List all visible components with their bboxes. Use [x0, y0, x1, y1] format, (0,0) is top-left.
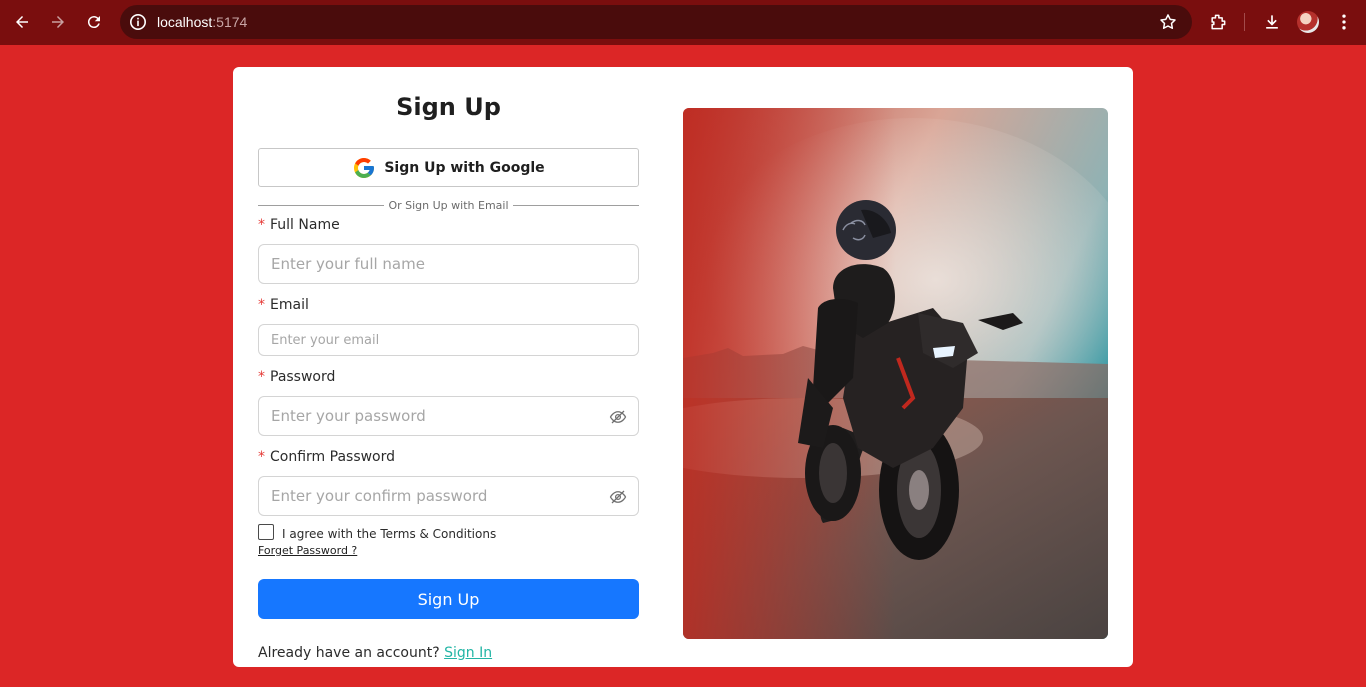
divider-line-right	[512, 204, 639, 206]
confirm-password-label-text: Confirm Password	[270, 449, 396, 465]
back-button[interactable]	[8, 8, 36, 36]
reload-button[interactable]	[80, 8, 108, 36]
full-name-label-text: Full Name	[270, 217, 340, 233]
divider-line-left	[258, 204, 385, 206]
address-bar[interactable]: localhost:5174	[120, 5, 1192, 39]
info-icon[interactable]	[128, 12, 148, 32]
full-name-field[interactable]	[258, 244, 639, 284]
terms-checkbox[interactable]	[258, 524, 274, 540]
back-icon	[16, 16, 28, 28]
browser-toolbar: localhost:5174	[0, 0, 1366, 45]
motorcycle-photo	[683, 108, 1108, 639]
required-marker: *	[258, 217, 265, 233]
signin-row: Already have an account? Sign In	[258, 645, 492, 661]
required-marker: *	[258, 449, 265, 465]
confirm-password-input[interactable]	[259, 477, 638, 515]
reload-icon	[87, 16, 100, 29]
password-label: * Password	[258, 369, 335, 385]
eye-off-icon[interactable]	[609, 408, 627, 426]
forward-icon	[52, 16, 64, 28]
url-port: :5174	[212, 14, 248, 30]
full-name-label: * Full Name	[258, 217, 340, 233]
or-divider: Or Sign Up with Email	[258, 198, 639, 212]
required-marker: *	[258, 297, 265, 313]
more-icon[interactable]	[1333, 11, 1355, 33]
email-label: * Email	[258, 297, 309, 313]
password-input[interactable]	[259, 397, 638, 435]
terms-text: I agree with the Terms & Conditions	[282, 527, 497, 541]
url-text: localhost:5174	[157, 14, 247, 30]
email-label-text: Email	[270, 297, 309, 313]
password-field[interactable]	[258, 396, 639, 436]
confirm-password-label: * Confirm Password	[258, 449, 395, 465]
signup-button[interactable]: Sign Up	[258, 579, 639, 619]
google-button-label: Sign Up with Google	[384, 159, 545, 176]
google-signup-button[interactable]: Sign Up with Google	[258, 148, 639, 187]
profile-avatar[interactable]	[1297, 11, 1319, 33]
google-icon	[354, 157, 375, 178]
star-icon[interactable]	[1158, 12, 1178, 32]
toolbar-divider	[1244, 13, 1245, 31]
extensions-icon[interactable]	[1207, 11, 1229, 33]
page-title: Sign Up	[396, 93, 501, 121]
forgot-password-link[interactable]: Forget Password ?	[258, 544, 357, 557]
motorcycle-image	[683, 108, 1108, 639]
signin-link[interactable]: Sign In	[444, 645, 492, 661]
password-label-text: Password	[270, 369, 336, 385]
download-icon[interactable]	[1261, 11, 1283, 33]
terms-row: I agree with the Terms & Conditions	[258, 523, 496, 541]
full-name-input[interactable]	[259, 245, 638, 283]
email-input[interactable]	[259, 325, 638, 355]
signup-card: Sign Up Sign Up with Google Or Sign Up w…	[233, 67, 1133, 667]
forward-button[interactable]	[44, 8, 72, 36]
url-host: localhost	[157, 14, 213, 30]
signin-prompt: Already have an account?	[258, 645, 440, 661]
email-field[interactable]	[258, 324, 639, 356]
confirm-password-field[interactable]	[258, 476, 639, 516]
required-marker: *	[258, 369, 265, 385]
divider-text: Or Sign Up with Email	[388, 198, 509, 212]
eye-off-icon[interactable]	[609, 488, 627, 506]
